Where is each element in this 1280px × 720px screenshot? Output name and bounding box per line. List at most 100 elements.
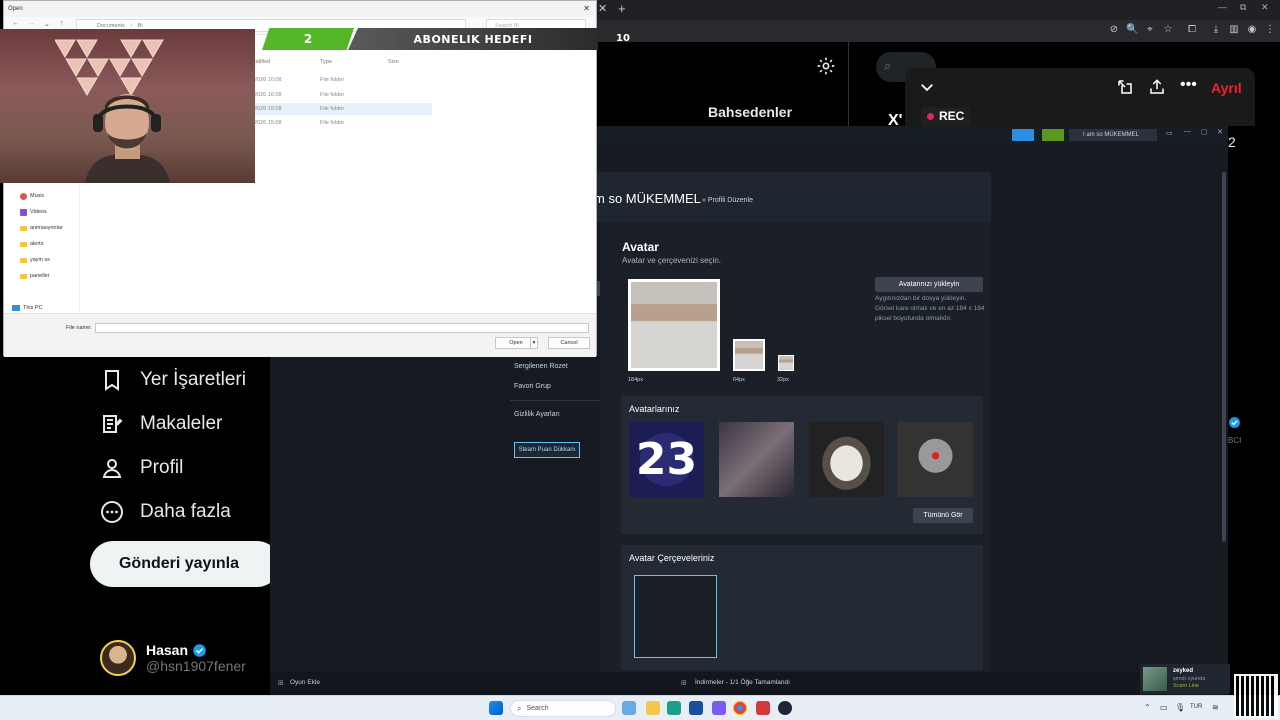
nav-label: alerts: [30, 241, 44, 247]
tray-chevron-icon[interactable]: ⌃: [1144, 703, 1151, 712]
close-tab-icon[interactable]: ✕: [598, 2, 607, 15]
upload-avatar-button[interactable]: Avatarınızı yükleyin: [875, 277, 983, 292]
see-all-button[interactable]: Tümünü Gör: [913, 508, 973, 523]
avatar-option-23[interactable]: 23: [629, 422, 704, 497]
nav-folder[interactable]: paneller: [20, 270, 50, 282]
webcam-overlay: [0, 29, 255, 183]
nav-videos[interactable]: Videos: [20, 206, 47, 218]
open-dropdown-icon[interactable]: ▾: [530, 337, 538, 349]
profile-icon[interactable]: ◉: [1246, 23, 1258, 37]
file-explorer-icon[interactable]: [646, 701, 660, 715]
account-name: Hasan: [146, 642, 189, 658]
announcement-megaphone-icon[interactable]: [1012, 129, 1034, 141]
avatar-section-subtitle: Avatar ve çerçevenizi seçin.: [622, 256, 722, 265]
nav-item-profile[interactable]: Profil: [100, 453, 183, 483]
nav-item-more[interactable]: Daha fazla: [100, 497, 231, 527]
file-row[interactable]: 2026 16:08 File folder: [254, 74, 432, 86]
size-label-small: 32px: [777, 377, 789, 383]
extension-icon[interactable]: ⊘: [1108, 23, 1120, 37]
collapse-chevron-icon[interactable]: [918, 78, 936, 96]
zoom-icon[interactable]: 🔍: [1126, 23, 1138, 37]
tab-mentions[interactable]: Bahsedenler: [708, 104, 792, 120]
column-modified[interactable]: odified: [254, 59, 270, 65]
account-menu[interactable]: I am so MÜKEMMEL: [1069, 129, 1157, 141]
close-window-icon[interactable]: ✕: [1261, 2, 1269, 13]
menu-featured-badge[interactable]: Sergilenen Rozet: [514, 363, 568, 370]
translate-icon[interactable]: ⌖: [1144, 23, 1156, 37]
points-shop-button[interactable]: Steam Puan Dükkanı: [514, 442, 580, 458]
copilot-icon[interactable]: [622, 701, 636, 715]
leave-button[interactable]: Ayrıl: [1211, 80, 1242, 96]
share-icon[interactable]: [1148, 78, 1166, 96]
filename-input[interactable]: [95, 323, 589, 333]
more-options-icon[interactable]: •••: [1180, 77, 1198, 96]
menu-privacy-settings[interactable]: Gizlilik Ayarları: [514, 411, 560, 418]
computer-icon: [12, 305, 20, 311]
pip-icon[interactable]: [1116, 78, 1134, 96]
add-game-plus-icon[interactable]: ⊞: [278, 679, 284, 687]
frame-option-none[interactable]: [634, 575, 717, 658]
nav-folder[interactable]: yayin ss: [20, 254, 50, 266]
cancel-button[interactable]: Cancel: [548, 337, 590, 349]
avatar-option-mask[interactable]: [809, 422, 884, 497]
steam-close-icon[interactable]: ✕: [1217, 128, 1223, 136]
wifi-icon[interactable]: ≋: [1212, 703, 1219, 712]
settings-gear-icon[interactable]: [816, 56, 836, 76]
browser-menu-icon[interactable]: ⋮: [1264, 23, 1276, 37]
add-game-button[interactable]: Oyun Ekle: [290, 679, 320, 686]
file-row[interactable]: 2026 16:08 File folder: [254, 89, 432, 101]
app-icon[interactable]: [756, 701, 770, 715]
account-switcher[interactable]: Hasan @hsn1907fener: [100, 638, 246, 678]
nav-item-bookmarks[interactable]: Yer İşaretleri: [100, 365, 246, 395]
nav-folder[interactable]: alerts: [20, 238, 43, 250]
file-row-selected[interactable]: 2026 16:08 File folder: [254, 103, 432, 115]
rec-badge: REC: [921, 107, 971, 125]
nav-folder[interactable]: animasyonlar: [20, 222, 63, 234]
friend-ingame-toast[interactable]: zeyked şimdi oyunda Scam Line: [1140, 664, 1230, 694]
browser-tab-bar: ✕ + — ⧉ ✕: [596, 0, 1280, 20]
app-icon[interactable]: [689, 701, 703, 715]
side-label: BCI: [1228, 436, 1242, 445]
post-button[interactable]: Gönderi yayınla: [90, 541, 280, 587]
edge-icon[interactable]: [667, 701, 681, 715]
steam-maximize-icon[interactable]: ▢: [1201, 128, 1208, 136]
steam-minimize-icon[interactable]: —: [1184, 128, 1191, 135]
folder-icon: [20, 273, 27, 279]
nav-music[interactable]: Music: [20, 190, 44, 202]
forward-arrow-icon[interactable]: →: [28, 20, 35, 27]
network-icon[interactable]: ▭: [1160, 703, 1168, 712]
dialog-close-icon[interactable]: ✕: [583, 1, 590, 17]
steam-scrollbar[interactable]: [1222, 172, 1226, 542]
steam-icon[interactable]: [778, 701, 792, 715]
new-tab-icon[interactable]: +: [618, 1, 626, 16]
notification-bell-icon[interactable]: [1042, 129, 1064, 141]
nav-item-articles[interactable]: Makaleler: [100, 409, 222, 439]
extensions-puzzle-icon[interactable]: ⧠: [1186, 23, 1198, 37]
big-picture-icon[interactable]: ▭: [1166, 129, 1173, 137]
chrome-icon[interactable]: [733, 701, 747, 715]
column-type[interactable]: Type: [320, 59, 332, 65]
minimize-window-icon[interactable]: —: [1218, 2, 1227, 12]
menu-favorite-group[interactable]: Favori Grup: [514, 383, 551, 390]
restore-window-icon[interactable]: ⧉: [1240, 2, 1246, 13]
folder-icon: [20, 257, 27, 263]
recent-dropdown-icon[interactable]: ⌄: [44, 20, 50, 28]
avatar-option-dark-figure[interactable]: [719, 422, 794, 497]
star-icon[interactable]: ☆: [1162, 23, 1174, 37]
discord-icon[interactable]: [712, 701, 726, 715]
taskbar-search[interactable]: ⌕ Search: [510, 700, 616, 717]
account-handle: @hsn1907fener: [146, 658, 246, 674]
downloads-status[interactable]: İndirmeler - 1/1 Öğe Tamamlandı: [695, 679, 790, 686]
avatar-option-robot[interactable]: [898, 422, 973, 497]
mic-icon[interactable]: 🎙: [1175, 703, 1185, 712]
up-arrow-icon[interactable]: ↑: [60, 20, 64, 27]
dialog-titlebar: Open ✕: [4, 1, 596, 17]
file-row[interactable]: 2026 15:08 File folder: [254, 117, 432, 129]
download-icon[interactable]: ⤓: [1210, 23, 1222, 37]
back-arrow-icon[interactable]: ←: [12, 20, 19, 27]
language-indicator[interactable]: TUR: [1190, 704, 1202, 710]
sidebar-icon[interactable]: ▥: [1228, 23, 1240, 37]
start-windows-icon[interactable]: [489, 701, 503, 715]
profile-icon: [102, 459, 122, 478]
column-size[interactable]: Size: [388, 59, 399, 65]
